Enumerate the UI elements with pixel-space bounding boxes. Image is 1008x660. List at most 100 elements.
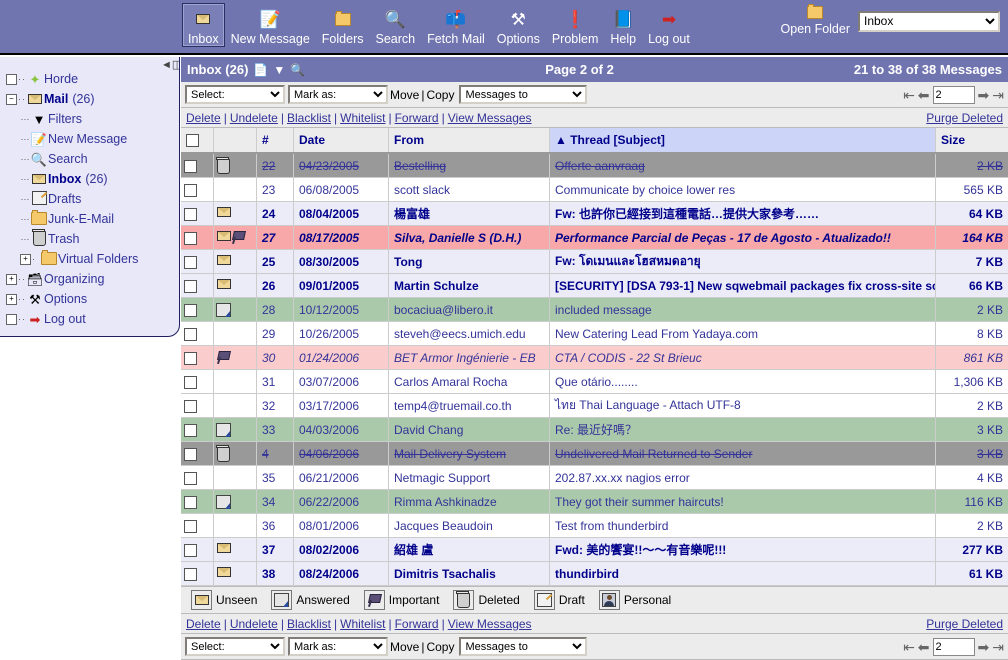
row-from[interactable]: steveh@eecs.umich.edu [389, 322, 550, 346]
sidebar-item-trash[interactable]: ···Trash [6, 229, 179, 249]
messages-to-dropdown-bottom[interactable]: Messages toInboxDraftsTrash [459, 637, 587, 656]
next-page-icon-bottom[interactable]: ➡ [978, 640, 990, 654]
refresh-icon[interactable]: 📄 [253, 63, 268, 77]
search-icon[interactable]: 🔍 [290, 63, 305, 77]
from-column-header[interactable]: From [389, 128, 550, 153]
row-checkbox[interactable] [184, 424, 197, 437]
sidebar-item-filters[interactable]: ···▼Filters [6, 109, 179, 129]
action-link-blacklist[interactable]: Blacklist [287, 617, 331, 631]
action-link-forward[interactable]: Forward [395, 111, 439, 125]
select-all-checkbox[interactable] [186, 134, 199, 147]
table-row[interactable]: 2609/01/2005Martin Schulze[SECURITY] [DS… [181, 274, 1008, 298]
prev-page-icon[interactable]: ⬅ [918, 88, 930, 102]
table-row[interactable]: 2306/08/2005scott slackCommunicate by ch… [181, 178, 1008, 202]
page-number-input[interactable] [933, 86, 975, 104]
toolbar-item-search[interactable]: 🔍Search [369, 3, 421, 46]
row-subject[interactable]: included message [550, 298, 936, 322]
table-row[interactable]: 2508/30/2005TongFw: โดเมนและโฮสหมดอายุ7 … [181, 250, 1008, 274]
row-checkbox[interactable] [184, 304, 197, 317]
table-row[interactable]: 3304/03/2006David ChangRe: 最近好嗎？3 KB [181, 418, 1008, 442]
toolbar-item-problem[interactable]: ❗Problem [546, 3, 605, 46]
page-number-input-bottom[interactable] [933, 638, 975, 656]
toolbar-item-new-message[interactable]: 📝New Message [225, 3, 316, 46]
tree-expander[interactable]: + [6, 294, 17, 305]
row-checkbox[interactable] [184, 352, 197, 365]
row-subject[interactable]: Fw: 也許你已經接到這種電話…提供大家參考…… [550, 202, 936, 226]
action-link-view-messages[interactable]: View Messages [448, 111, 532, 125]
sidebar-item-horde[interactable]: ··✦Horde [6, 69, 179, 89]
date-column-header[interactable]: Date [294, 128, 389, 153]
tree-expander[interactable] [6, 314, 17, 325]
action-link-forward[interactable]: Forward [395, 617, 439, 631]
action-link-delete[interactable]: Delete [186, 617, 221, 631]
table-row[interactable]: 2204/23/2005BestellingOfferte aanvraag2 … [181, 153, 1008, 178]
row-checkbox[interactable] [184, 232, 197, 245]
row-subject[interactable]: CTA / CODIS - 22 St Brieuc [550, 346, 936, 370]
sidebar-item-drafts[interactable]: ···Drafts [6, 189, 179, 209]
row-subject[interactable]: Performance Parcial de Peças - 17 de Ago… [550, 226, 936, 250]
filter-icon[interactable]: ▼ [273, 63, 285, 77]
row-from[interactable]: Dimitris Tsachalis [389, 562, 550, 586]
sidebar-item-inbox[interactable]: ···Inbox(26) [6, 169, 179, 189]
row-subject[interactable]: Communicate by choice lower res [550, 178, 936, 202]
row-subject[interactable]: New Catering Lead From Yadaya.com [550, 322, 936, 346]
row-checkbox[interactable] [184, 184, 197, 197]
number-column-header[interactable]: # [257, 128, 294, 153]
table-row[interactable]: 3708/02/2006紹雄 盧Fwd: 美的饗宴!!〜〜有音樂呢!!!277 … [181, 538, 1008, 562]
copy-button-bottom[interactable]: Copy [424, 640, 456, 654]
toolbar-item-options[interactable]: ⚒Options [491, 3, 546, 46]
row-checkbox[interactable] [184, 208, 197, 221]
toolbar-item-help[interactable]: 📘Help [604, 3, 642, 46]
next-page-icon[interactable]: ➡ [978, 88, 990, 102]
row-subject[interactable]: thundirbird [550, 562, 936, 586]
row-from[interactable]: 楊富雄 [389, 202, 550, 226]
row-subject[interactable]: Offerte aanvraag [550, 153, 936, 178]
action-link-whitelist[interactable]: Whitelist [340, 617, 385, 631]
row-checkbox[interactable] [184, 544, 197, 557]
table-row[interactable]: 3001/24/2006BET Armor Ingénierie - EBCTA… [181, 346, 1008, 370]
row-checkbox[interactable] [184, 448, 197, 461]
row-subject[interactable]: Re: 最近好嗎？ [550, 418, 936, 442]
move-button[interactable]: Move [388, 88, 421, 102]
select-dropdown-bottom[interactable]: Select:AllNoneInvert [185, 637, 285, 656]
toolbar-item-folders[interactable]: Folders [316, 3, 370, 46]
row-from[interactable]: Mail Delivery System [389, 442, 550, 466]
row-from[interactable]: scott slack [389, 178, 550, 202]
row-checkbox[interactable] [184, 400, 197, 413]
table-row[interactable]: 3103/07/2006Carlos Amaral RochaQue otári… [181, 370, 1008, 394]
tree-expander[interactable]: − [6, 94, 17, 105]
mark-as-dropdown-bottom[interactable]: Mark as:SeenUnseenImportant [288, 637, 388, 656]
thread-column-header[interactable]: ▲ Thread [Subject] [550, 128, 936, 153]
sidebar-item-search[interactable]: ···🔍Search [6, 149, 179, 169]
move-button-bottom[interactable]: Move [388, 640, 421, 654]
row-from[interactable]: Tong [389, 250, 550, 274]
row-from[interactable]: Jacques Beaudoin [389, 514, 550, 538]
row-subject[interactable]: ไทย Thai Language - Attach UTF-8 [550, 394, 936, 418]
table-row[interactable]: 2810/12/2005bocaciua@libero.itincluded m… [181, 298, 1008, 322]
row-subject[interactable]: Fw: โดเมนและโฮสหมดอายุ [550, 250, 936, 274]
action-link-delete[interactable]: Delete [186, 111, 221, 125]
toolbar-item-log-out[interactable]: ➡Log out [642, 3, 696, 46]
row-checkbox[interactable] [184, 568, 197, 581]
row-from[interactable]: Netmagic Support [389, 466, 550, 490]
tree-expander[interactable] [6, 74, 17, 85]
sidebar-item-new-message[interactable]: ···📝New Message [6, 129, 179, 149]
row-checkbox[interactable] [184, 256, 197, 269]
sidebar-item-organizing[interactable]: +··🗃Organizing [6, 269, 179, 289]
folder-select[interactable]: InboxDraftsJunk-E-MailTrash [858, 11, 1000, 32]
open-folder-button[interactable]: Open Folder [781, 6, 850, 36]
first-page-icon[interactable]: ⇤ [903, 88, 915, 102]
last-page-icon-bottom[interactable]: ⇥ [992, 640, 1004, 654]
row-from[interactable]: temp4@truemail.co.th [389, 394, 550, 418]
messages-to-dropdown[interactable]: Messages toInboxDraftsTrash [459, 85, 587, 104]
sidebar-item-virtual-folders[interactable]: +·Virtual Folders [6, 249, 179, 269]
table-row[interactable]: 3808/24/2006Dimitris Tsachalisthundirbir… [181, 562, 1008, 586]
mark-as-dropdown[interactable]: Mark as:SeenUnseenImportant [288, 85, 388, 104]
row-checkbox[interactable] [184, 472, 197, 485]
tree-expander[interactable]: + [20, 254, 31, 265]
sidebar-item-log-out[interactable]: ··➡Log out [6, 309, 179, 329]
first-page-icon-bottom[interactable]: ⇤ [903, 640, 915, 654]
action-link-whitelist[interactable]: Whitelist [340, 111, 385, 125]
size-column-header[interactable]: Size [936, 128, 1008, 153]
row-from[interactable]: David Chang [389, 418, 550, 442]
